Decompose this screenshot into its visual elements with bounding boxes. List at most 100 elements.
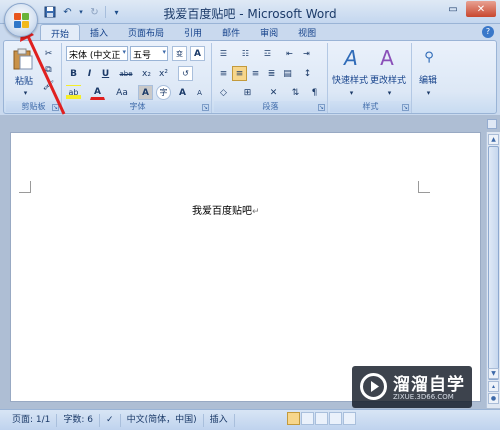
- align-left-icon[interactable]: ≡: [216, 66, 231, 81]
- paste-icon[interactable]: [12, 47, 34, 71]
- distributed-icon[interactable]: ▤: [280, 66, 295, 81]
- copy-icon[interactable]: ⧉: [41, 62, 56, 77]
- watermark-title: 溜溜自学: [393, 375, 465, 395]
- char-border-button[interactable]: A: [190, 46, 205, 61]
- char-shading-button[interactable]: A: [138, 85, 153, 100]
- bullets-icon[interactable]: ☰: [216, 46, 231, 61]
- chinese-layout-icon[interactable]: ✕: [266, 85, 281, 100]
- bold-button[interactable]: B: [66, 66, 81, 81]
- editing-group: ⚲ 编辑 ▾: [414, 43, 444, 113]
- browse-object-icon[interactable]: ●: [488, 393, 499, 404]
- subscript-button[interactable]: x₂: [139, 66, 154, 81]
- line-spacing-icon[interactable]: ↕: [300, 66, 315, 81]
- close-icon[interactable]: ✕: [466, 1, 496, 17]
- font-group-label: 字体: [64, 101, 211, 112]
- outline-icon[interactable]: [329, 412, 342, 425]
- font-size-select[interactable]: 五号 ▾: [130, 46, 168, 61]
- quick-styles-icon[interactable]: A: [340, 45, 362, 71]
- proofing-icon[interactable]: ✓: [100, 413, 121, 427]
- styles-group-label: 样式: [330, 101, 411, 112]
- tab-review[interactable]: 审阅: [250, 24, 288, 40]
- clear-formatting-button[interactable]: ↺: [178, 66, 193, 81]
- margin-corner: [418, 181, 430, 193]
- tab-references[interactable]: 引用: [174, 24, 212, 40]
- document-text-content: 我爱百度贴吧: [192, 206, 252, 217]
- decrease-indent-icon[interactable]: ⇤: [282, 46, 297, 61]
- tab-insert[interactable]: 插入: [80, 24, 118, 40]
- web-layout-icon[interactable]: [315, 412, 328, 425]
- paragraph-mark: ↵: [252, 207, 260, 217]
- scroll-down-icon[interactable]: ▼: [488, 368, 499, 379]
- minimize-icon[interactable]: ▭: [441, 1, 465, 17]
- underline-button[interactable]: U: [98, 66, 113, 81]
- sort-icon[interactable]: ⇅: [288, 85, 303, 100]
- shading-icon[interactable]: ◇: [216, 85, 231, 100]
- phonetic-guide-button[interactable]: 变: [172, 46, 187, 61]
- strikethrough-button[interactable]: abe: [116, 66, 136, 81]
- insert-mode[interactable]: 插入: [204, 413, 235, 427]
- tab-home[interactable]: 开始: [40, 24, 81, 40]
- scroll-thumb[interactable]: [488, 146, 499, 380]
- show-marks-icon[interactable]: ¶: [307, 85, 322, 100]
- font-group: 宋体 (中文正 ▾ 五号 ▾ 变 A B I U abe x₂ x² ↺ ab …: [64, 43, 212, 113]
- window-title: 我爱百度贴吧 - Microsoft Word: [163, 7, 337, 21]
- font-color-button[interactable]: A: [90, 85, 105, 100]
- office-logo-icon: [14, 13, 30, 29]
- multilevel-list-icon[interactable]: ☲: [260, 46, 275, 61]
- ribbon-tabs: 开始 插入 页面布局 引用 邮件 审阅 视图: [40, 24, 326, 40]
- document-text[interactable]: 我爱百度贴吧↵: [192, 202, 260, 217]
- chevron-down-icon[interactable]: ▾: [344, 85, 359, 100]
- tab-view[interactable]: 视图: [288, 24, 326, 40]
- vertical-scrollbar[interactable]: ▲ ▼ ▴ ●: [486, 132, 500, 408]
- page-count[interactable]: 页面: 1/1: [6, 413, 58, 427]
- italic-button[interactable]: I: [82, 66, 97, 81]
- chevron-down-icon[interactable]: ▾: [421, 85, 436, 100]
- increase-indent-icon[interactable]: ⇥: [299, 46, 314, 61]
- align-right-icon[interactable]: ≡: [248, 66, 263, 81]
- title-bar: ↶ ▾ ↻ ▾ 我爱百度贴吧 - Microsoft Word ▭ ✕: [0, 0, 500, 24]
- tab-mailings[interactable]: 邮件: [212, 24, 250, 40]
- tab-page-layout[interactable]: 页面布局: [118, 24, 174, 40]
- ruler-toggle-icon[interactable]: [487, 119, 497, 129]
- document-page[interactable]: 我爱百度贴吧↵: [10, 132, 481, 402]
- clipboard-launcher-icon[interactable]: ↘: [52, 104, 59, 111]
- play-logo-icon: [360, 373, 387, 400]
- word-count[interactable]: 字数: 6: [57, 413, 101, 427]
- change-styles-icon[interactable]: A: [376, 45, 398, 71]
- numbering-icon[interactable]: ☷: [238, 46, 253, 61]
- paragraph-launcher-icon[interactable]: ↘: [318, 104, 325, 111]
- shrink-font-button[interactable]: A: [192, 85, 207, 100]
- highlight-button[interactable]: ab: [66, 85, 81, 100]
- office-button[interactable]: [4, 3, 38, 37]
- borders-icon[interactable]: ⊞: [240, 85, 255, 100]
- format-painter-icon[interactable]: 🖌: [41, 78, 56, 93]
- enclose-characters-button[interactable]: 字: [156, 85, 171, 100]
- cut-icon[interactable]: ✂: [41, 46, 56, 61]
- view-buttons: [287, 412, 356, 425]
- styles-launcher-icon[interactable]: ↘: [402, 104, 409, 111]
- clipboard-group: 粘贴 ▾ ✂ ⧉ 🖌 剪贴板 ↘: [6, 43, 62, 113]
- print-layout-icon[interactable]: [287, 412, 300, 425]
- superscript-button[interactable]: x²: [156, 66, 171, 81]
- chevron-down-icon: ▾: [122, 48, 126, 56]
- change-case-button[interactable]: Aa: [112, 85, 132, 100]
- scroll-up-icon[interactable]: ▲: [488, 134, 499, 145]
- language-indicator[interactable]: 中文(简体，中国): [121, 413, 204, 427]
- grow-font-button[interactable]: A: [175, 85, 190, 100]
- find-icon[interactable]: ⚲: [420, 47, 438, 67]
- dropdown-icon[interactable]: ▾: [18, 85, 33, 100]
- font-launcher-icon[interactable]: ↘: [202, 104, 209, 111]
- align-center-icon[interactable]: ≡: [232, 66, 247, 81]
- draft-icon[interactable]: [343, 412, 356, 425]
- margin-corner: [19, 181, 31, 193]
- prev-page-icon[interactable]: ▴: [488, 381, 499, 392]
- help-icon[interactable]: ?: [482, 26, 494, 38]
- font-name-select[interactable]: 宋体 (中文正 ▾: [66, 46, 128, 61]
- styles-group: A A 快速样式 更改样式 ▾ ▾ 样式 ↘: [330, 43, 412, 113]
- chevron-down-icon[interactable]: ▾: [382, 85, 397, 100]
- status-bar: 页面: 1/1 字数: 6 ✓ 中文(简体，中国) 插入: [0, 409, 500, 430]
- paragraph-group-label: 段落: [214, 101, 327, 112]
- full-screen-reading-icon[interactable]: [301, 412, 314, 425]
- justify-icon[interactable]: ≣: [264, 66, 279, 81]
- font-size-value: 五号: [133, 51, 152, 61]
